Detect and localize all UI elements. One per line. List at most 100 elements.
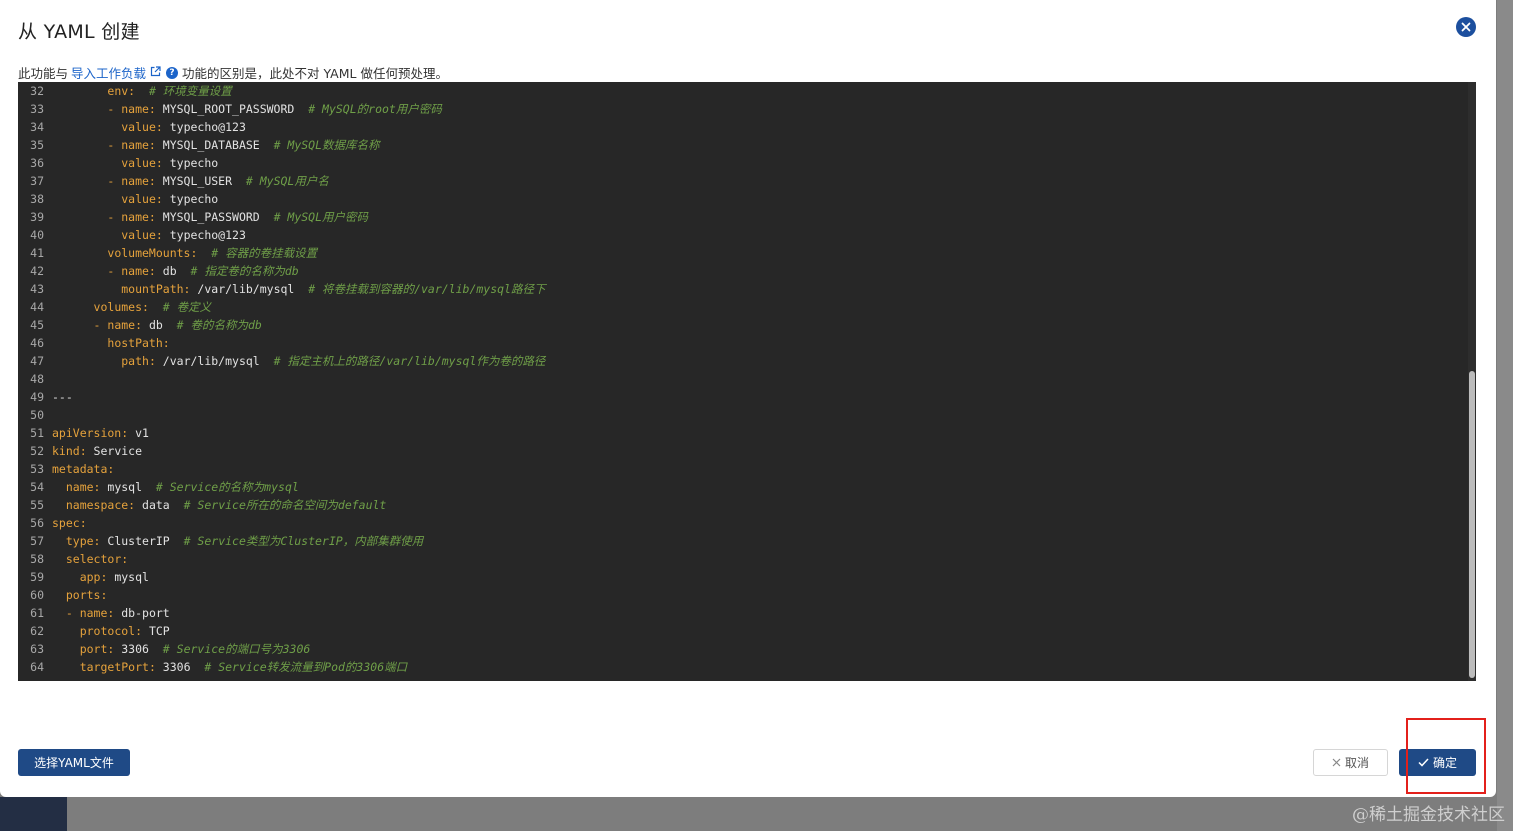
code-value: typecho@123 [162, 228, 246, 242]
code-key: spec: [52, 516, 87, 530]
close-icon[interactable] [1456, 17, 1476, 37]
code-value [52, 552, 66, 566]
code-key: mountPath: [121, 282, 191, 296]
code-value: typecho [162, 192, 219, 206]
code-key: apiVersion: [52, 426, 129, 440]
code-value [52, 228, 121, 242]
code-key: app: [79, 570, 108, 584]
import-workload-link[interactable]: 导入工作负载 [71, 63, 146, 82]
line-number: 55 [30, 498, 44, 512]
code-line: 56 spec: [18, 514, 545, 532]
cancel-label: 取消 [1344, 756, 1369, 770]
line-number: 40 [30, 228, 44, 242]
code-comment: # Service的端口号为3306 [162, 642, 311, 656]
line-number: 39 [30, 210, 44, 224]
code-line: 41 volumeMounts: # 容器的卷挂载设置 [18, 244, 545, 262]
line-number: 35 [30, 138, 44, 152]
select-yaml-file-button[interactable]: 选择YAML文件 [18, 749, 130, 776]
code-value [52, 318, 94, 332]
code-comment: # 指定卷的名称为db [190, 264, 299, 278]
code-value [135, 84, 149, 98]
line-number: 43 [30, 282, 44, 296]
code-value: mysql [107, 570, 149, 584]
code-value: typecho [162, 156, 219, 170]
code-key: namespace: [65, 498, 136, 512]
code-line: 42 - name: db # 指定卷的名称为db [18, 262, 545, 280]
code-line: 63 port: 3306 # Service的端口号为3306 [18, 640, 545, 658]
backdrop-sidebar [0, 797, 67, 831]
code-line: 43 mountPath: /var/lib/mysql # 将卷挂载到容器的/… [18, 280, 545, 298]
notice-prefix: 此功能与 [18, 66, 69, 81]
line-number: 51 [30, 426, 44, 440]
code-value [52, 336, 107, 350]
code-line: 32 env: # 环境变量设置 [18, 82, 545, 100]
line-number: 38 [30, 192, 44, 206]
code-key: value: [121, 156, 163, 170]
code-comment: # MySQL数据库名称 [273, 138, 380, 152]
code-value: MYSQL_USER [155, 174, 246, 188]
code-line: 54 name: mysql # Service的名称为mysql [18, 478, 545, 496]
code-comment: # Service类型为ClusterIP，内部集群使用 [183, 534, 424, 548]
code-line: 33 - name: MYSQL_ROOT_PASSWORD # MySQL的r… [18, 100, 545, 118]
line-number: 62 [30, 624, 44, 638]
code-value [52, 570, 80, 584]
code-line: 39 - name: MYSQL_PASSWORD # MySQL用户密码 [18, 208, 545, 226]
code-comment: # Service转发流量到Pod的3306端口 [204, 660, 408, 674]
code-line: 51 apiVersion: v1 [18, 424, 545, 442]
code-line: 52 kind: Service [18, 442, 545, 460]
line-number: 41 [30, 246, 44, 260]
editor-scrollbar-thumb[interactable] [1469, 371, 1475, 678]
line-number: 57 [30, 534, 44, 548]
code-key: volumes: [93, 300, 149, 314]
help-icon[interactable]: ? [166, 66, 179, 79]
code-key: - name: [93, 318, 143, 332]
code-value [52, 354, 121, 368]
dialog-notice: 此功能与 导入工作负载 ? 功能的区别是，此处不对 YAML 做任何预处理。 [18, 63, 448, 82]
external-link-icon[interactable] [150, 65, 161, 80]
code-value [52, 156, 121, 170]
code-comment: # MySQL用户名 [245, 174, 329, 188]
code-value: 3306 [155, 660, 205, 674]
code-comment: # 卷的名称为db [176, 318, 262, 332]
code-key: hostPath: [107, 336, 170, 350]
code-comment: # 指定主机上的路径/var/lib/mysql作为卷的路径 [273, 354, 546, 368]
code-value: db [155, 264, 191, 278]
code-line: 55 namespace: data # Service所在的命名空间为defa… [18, 496, 545, 514]
dialog-title: 从 YAML 创建 [18, 21, 140, 43]
code-line: 58 selector: [18, 550, 545, 568]
code-key: targetPort: [79, 660, 156, 674]
line-number: 32 [30, 84, 44, 98]
code-key: selector: [65, 552, 129, 566]
code-line: 49 --- [18, 388, 545, 406]
code-value [52, 138, 107, 152]
code-key: protocol: [79, 624, 143, 638]
code-line: 38 value: typecho [18, 190, 545, 208]
code-line: 34 value: typecho@123 [18, 118, 545, 136]
code-value [52, 606, 66, 620]
notice-suffix: 功能的区别是，此处不对 YAML 做任何预处理。 [182, 66, 448, 81]
code-comment: # Service的名称为mysql [155, 480, 299, 494]
code-value: MYSQL_PASSWORD [155, 210, 274, 224]
code-value [52, 480, 66, 494]
line-number: 54 [30, 480, 44, 494]
code-line: 53 metadata: [18, 460, 545, 478]
code-line: 46 hostPath: [18, 334, 545, 352]
code-value [149, 300, 163, 314]
code-value: /var/lib/mysql [190, 282, 309, 296]
code-comment: # MySQL的root用户密码 [308, 102, 442, 116]
code-line: 44 volumes: # 卷定义 [18, 298, 545, 316]
code-key: name: [65, 480, 101, 494]
cancel-button[interactable]: 取消 [1313, 749, 1388, 776]
code-comment: # MySQL用户密码 [273, 210, 369, 224]
code-comment: # 容器的卷挂载设置 [211, 246, 318, 260]
yaml-code-editor[interactable]: 32 env: # 环境变量设置 33 - name: MYSQL_ROOT_PA… [18, 82, 1476, 681]
code-line: 50 [18, 406, 545, 424]
line-number: 47 [30, 354, 44, 368]
code-key: env: [107, 84, 136, 98]
code-value [52, 588, 66, 602]
code-key: value: [121, 120, 163, 134]
code-value [52, 192, 121, 206]
code-key: kind: [52, 444, 87, 458]
code-value: db-port [114, 606, 170, 620]
code-line: 60 ports: [18, 586, 545, 604]
